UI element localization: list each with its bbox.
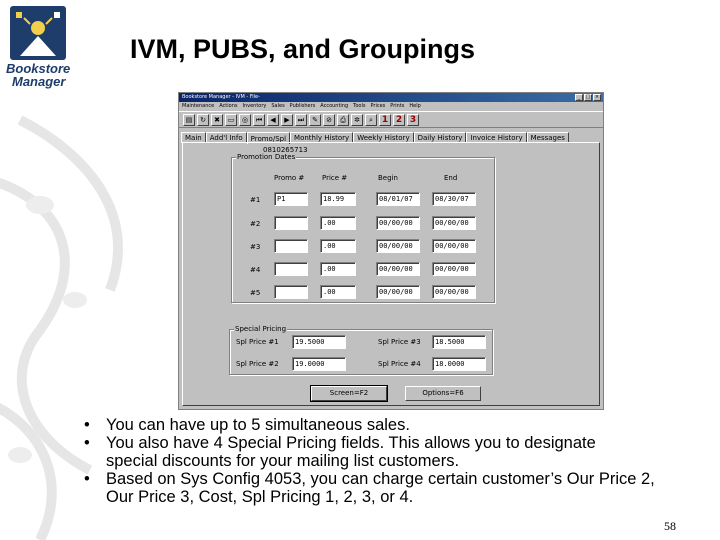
- page-2-icon[interactable]: 2: [393, 113, 405, 126]
- cancel-icon[interactable]: ⊘: [323, 113, 335, 126]
- promo-price-field[interactable]: .00: [320, 239, 356, 253]
- promo-price-field[interactable]: .00: [320, 216, 356, 230]
- promo-begin-date-field[interactable]: 00/00/00: [376, 216, 420, 230]
- gear-icon[interactable]: ✲: [351, 113, 363, 126]
- edit-icon[interactable]: ✎: [309, 113, 321, 126]
- slide-title: IVM, PUBS, and Groupings: [130, 34, 476, 64]
- bullet-text: Based on Sys Config 4053, you can charge…: [106, 470, 655, 506]
- bullet-list: • You can have up to 5 simultaneous sale…: [84, 416, 684, 506]
- end-column-header: End: [444, 174, 458, 182]
- spl-price-3-label: Spl Price #3: [378, 338, 421, 346]
- promo-code-field[interactable]: [274, 285, 308, 299]
- screen-f2-button[interactable]: Screen=F2: [310, 385, 388, 402]
- bookstore-manager-logo: Bookstore Manager: [6, 6, 71, 90]
- print-icon[interactable]: ⎙: [337, 113, 349, 126]
- menu-maintenance[interactable]: Maintenance: [182, 102, 214, 111]
- promo-end-date-field[interactable]: 00/00/00: [432, 285, 476, 299]
- bullet-dot-icon: •: [84, 416, 90, 434]
- promo-end-date-field[interactable]: 00/00/00: [432, 239, 476, 253]
- minimize-icon[interactable]: _: [575, 94, 583, 101]
- promotion-dates-group: Promotion Dates Promo # Price # Begin En…: [231, 153, 495, 303]
- app-window-screenshot: Bookstore Manager - IVM - File- _ □ × Ma…: [178, 92, 604, 410]
- first-record-icon[interactable]: ⏮: [253, 113, 265, 126]
- promo-spl-panel: 0810265713 Promotion Dates Promo # Price…: [182, 142, 600, 406]
- promotion-dates-label: Promotion Dates: [236, 153, 297, 161]
- spl-price-4-field[interactable]: 18.0000: [432, 357, 486, 371]
- window-title: Bookstore Manager - IVM - File-: [182, 94, 260, 100]
- close-icon[interactable]: ×: [593, 94, 601, 101]
- search-icon[interactable]: ⌕: [365, 113, 377, 126]
- menu-prices[interactable]: Prices: [370, 102, 385, 111]
- spl-price-1-field[interactable]: 19.5000: [292, 335, 346, 349]
- document-icon[interactable]: ▭: [225, 113, 237, 126]
- spl-price-2-field[interactable]: 19.0000: [292, 357, 346, 371]
- promo-row-label: #1: [250, 196, 261, 204]
- logo-emblem-icon: [10, 6, 66, 60]
- promo-row-label: #2: [250, 220, 261, 228]
- promo-begin-date-field[interactable]: 00/00/00: [376, 239, 420, 253]
- toolbar: ▤ ↻ ✖ ▭ ◎ ⏮ ◀ ▶ ⏭ ✎ ⊘ ⎙ ✲ ⌕ 1 2 3: [179, 111, 603, 128]
- promo-code-field[interactable]: [274, 216, 308, 230]
- refresh-icon[interactable]: ↻: [197, 113, 209, 126]
- menu-bar: Maintenance Actions Inventory Sales Publ…: [179, 102, 603, 111]
- delete-icon[interactable]: ✖: [211, 113, 223, 126]
- last-record-icon[interactable]: ⏭: [295, 113, 307, 126]
- spl-price-4-label: Spl Price #4: [378, 360, 421, 368]
- bullet-item: • You also have 4 Special Pricing fields…: [84, 434, 684, 470]
- price-column-header: Price #: [322, 174, 348, 182]
- promo-begin-date-field[interactable]: 00/00/00: [376, 285, 420, 299]
- window-title-bar: Bookstore Manager - IVM - File- _ □ ×: [179, 93, 603, 102]
- options-f6-button[interactable]: Options=F6: [405, 386, 481, 401]
- promo-row-label: #4: [250, 266, 261, 274]
- promo-end-date-field[interactable]: 08/30/07: [432, 192, 476, 206]
- binoculars-icon[interactable]: ◎: [239, 113, 251, 126]
- spl-price-2-label: Spl Price #2: [236, 360, 279, 368]
- menu-inventory[interactable]: Inventory: [242, 102, 266, 111]
- menu-accounting[interactable]: Accounting: [320, 102, 348, 111]
- special-pricing-group: Special Pricing Spl Price #1 19.5000 Spl…: [229, 325, 493, 375]
- bullet-text: You can have up to 5 simultaneous sales.: [106, 416, 410, 434]
- bullet-text: You also have 4 Special Pricing fields. …: [106, 434, 596, 470]
- promo-end-date-field[interactable]: 00/00/00: [432, 216, 476, 230]
- menu-sales[interactable]: Sales: [271, 102, 284, 111]
- promo-column-header: Promo #: [274, 174, 305, 182]
- logo-wordmark: Bookstore Manager: [6, 61, 71, 89]
- begin-column-header: Begin: [378, 174, 398, 182]
- page-number: 58: [664, 519, 676, 533]
- bullet-item: • Based on Sys Config 4053, you can char…: [84, 470, 684, 506]
- bullet-item: • You can have up to 5 simultaneous sale…: [84, 416, 684, 434]
- spl-price-3-field[interactable]: 18.5000: [432, 335, 486, 349]
- promo-row-label: #5: [250, 289, 261, 297]
- maximize-icon[interactable]: □: [584, 94, 592, 101]
- menu-publishers[interactable]: Publishers: [290, 102, 316, 111]
- promo-begin-date-field[interactable]: 08/01/07: [376, 192, 420, 206]
- special-pricing-label: Special Pricing: [234, 325, 288, 333]
- bullet-dot-icon: •: [84, 434, 90, 452]
- next-record-icon[interactable]: ▶: [281, 113, 293, 126]
- promo-code-field[interactable]: P1: [274, 192, 308, 206]
- page-3-icon[interactable]: 3: [407, 113, 419, 126]
- spl-price-1-label: Spl Price #1: [236, 338, 279, 346]
- menu-help[interactable]: Help: [409, 102, 420, 111]
- promo-begin-date-field[interactable]: 00/00/00: [376, 262, 420, 276]
- promo-code-field[interactable]: [274, 239, 308, 253]
- promo-row-label: #3: [250, 243, 261, 251]
- page-1-icon[interactable]: 1: [379, 113, 391, 126]
- menu-prints[interactable]: Prints: [390, 102, 404, 111]
- promo-end-date-field[interactable]: 00/00/00: [432, 262, 476, 276]
- menu-actions[interactable]: Actions: [219, 102, 237, 111]
- book-icon[interactable]: ▤: [183, 113, 195, 126]
- bullet-dot-icon: •: [84, 470, 90, 488]
- promo-price-field[interactable]: .00: [320, 285, 356, 299]
- promo-code-field[interactable]: [274, 262, 308, 276]
- promo-price-field[interactable]: 18.99: [320, 192, 356, 206]
- menu-tools[interactable]: Tools: [353, 102, 365, 111]
- previous-record-icon[interactable]: ◀: [267, 113, 279, 126]
- promo-price-field[interactable]: .00: [320, 262, 356, 276]
